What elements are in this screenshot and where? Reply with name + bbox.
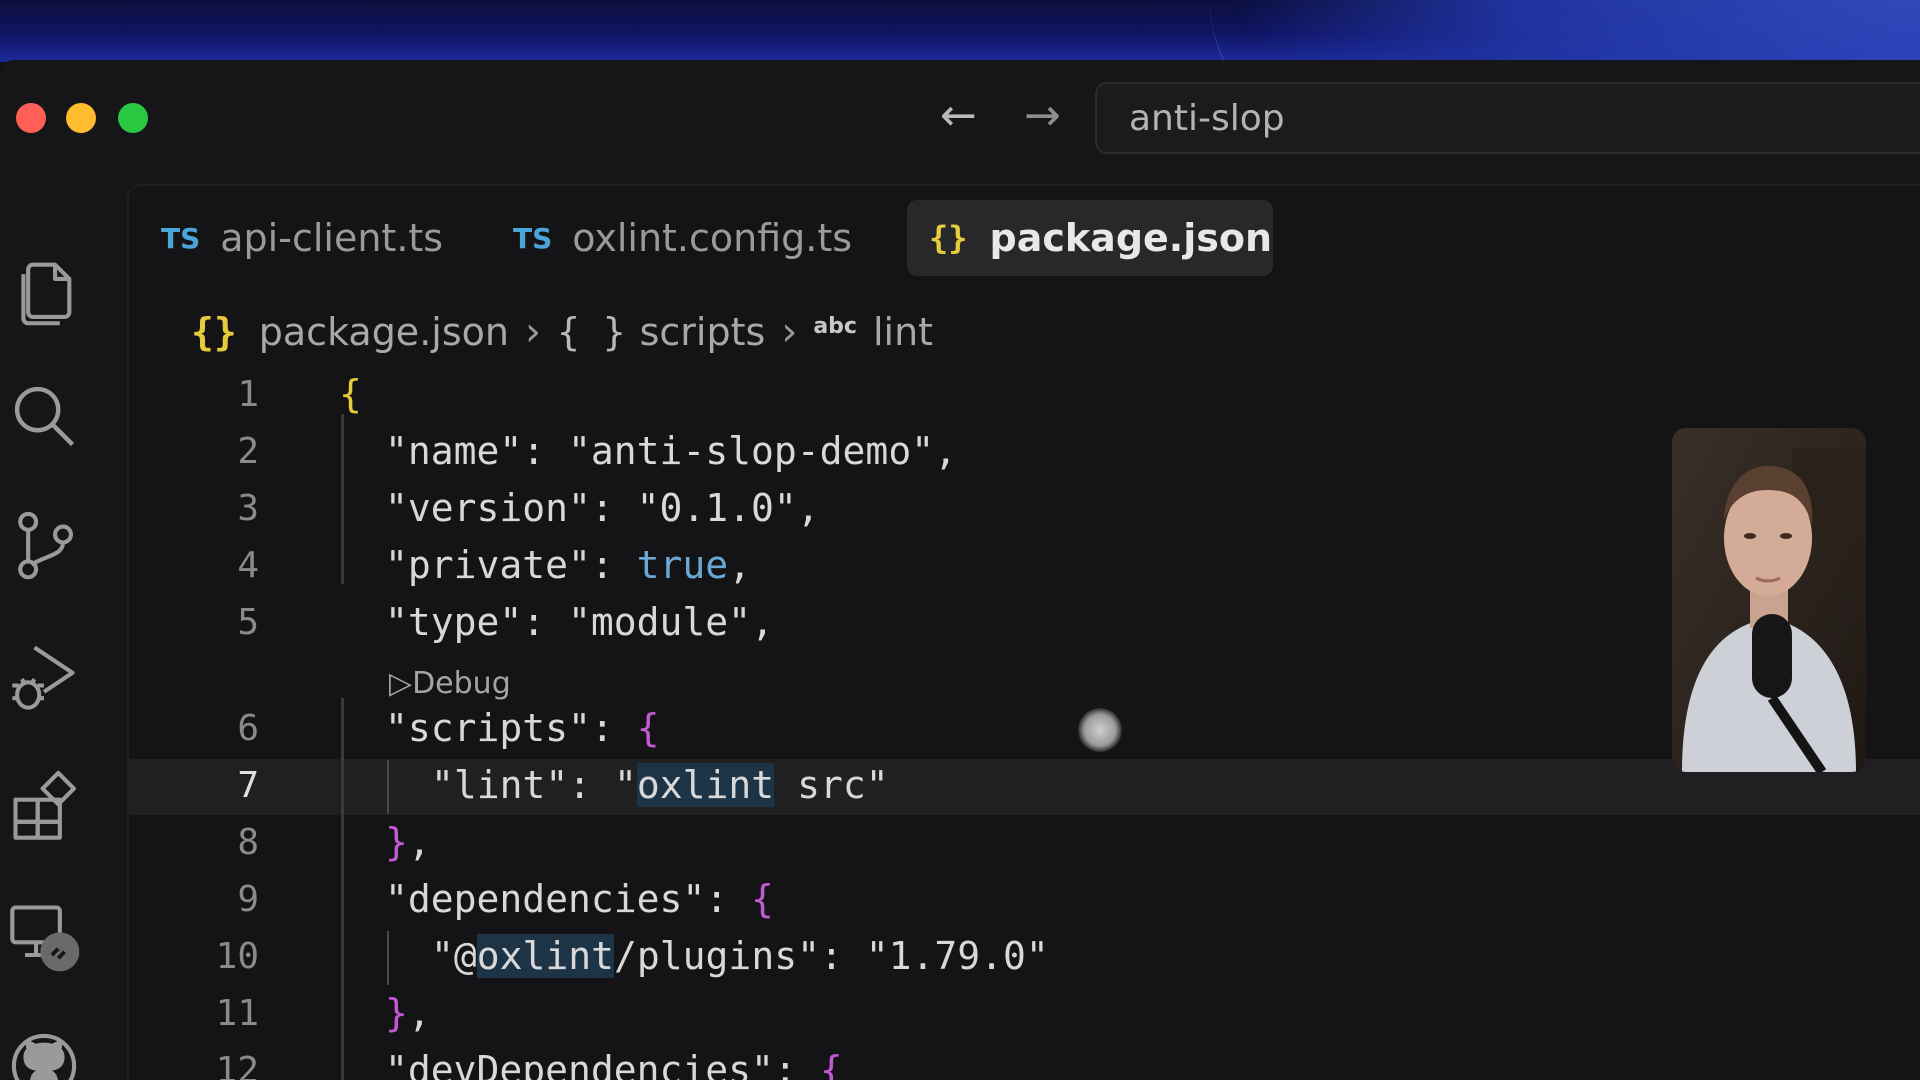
code-line[interactable]: 2 "name": "anti-slop-demo", (129, 425, 1920, 481)
typescript-file-icon: TS (161, 221, 201, 255)
chevron-right-icon: › (781, 309, 798, 355)
code-text: "private": true, (385, 543, 752, 587)
line-number: 12 (215, 1050, 259, 1080)
editor-area: TS api-client.ts TS oxlint.config.ts {} … (127, 184, 1920, 1080)
tab-api-client[interactable]: TS api-client.ts (161, 200, 481, 276)
forward-arrow-icon[interactable]: → (1024, 94, 1061, 138)
play-icon: ▷ (389, 666, 413, 701)
minimize-window-button[interactable] (66, 103, 96, 133)
code-text: "lint": "oxlint src" (431, 763, 889, 807)
line-number: 10 (215, 936, 259, 977)
code-line[interactable]: 1 { (129, 368, 1920, 424)
code-line[interactable]: 11 }, (129, 987, 1920, 1043)
breadcrumb-scope[interactable]: scripts (640, 310, 766, 354)
activity-bar (0, 178, 126, 1080)
code-line[interactable]: 10 "@oxlint/plugins": "1.79.0" (129, 930, 1920, 986)
line-number: 8 (237, 822, 259, 863)
indent-guide-nested (387, 760, 389, 814)
code-text: { (339, 372, 362, 416)
editor-window: ← → anti-slop TS api-client.ts TS oxlint… (0, 60, 1920, 1080)
zoom-window-button[interactable] (118, 103, 148, 133)
mouse-cursor (1078, 708, 1122, 752)
workspace-name: anti-slop (1129, 98, 1285, 139)
close-window-button[interactable] (16, 103, 46, 133)
breadcrumb: {} package.json › { } scripts › abc lint (191, 302, 933, 362)
chevron-right-icon: › (524, 309, 541, 355)
indent-guide-nested (387, 931, 389, 985)
line-number: 3 (237, 488, 259, 529)
codelens-row: ▷Debug (129, 650, 1920, 701)
presenter-video (1672, 428, 1866, 772)
search-icon[interactable] (6, 378, 82, 454)
code-line-current[interactable]: 7 "lint": "oxlint src" (129, 759, 1920, 815)
codelens-debug[interactable]: ▷Debug (389, 666, 511, 701)
json-file-icon: {} (929, 219, 968, 257)
code-line[interactable]: 6 "scripts": { (129, 702, 1920, 758)
explorer-icon[interactable] (6, 252, 82, 328)
code-text: "devDependencies": { (385, 1048, 843, 1080)
indent-guide (341, 414, 344, 584)
run-debug-icon[interactable] (6, 638, 82, 714)
line-number: 2 (237, 431, 259, 472)
line-number: 7 (237, 765, 259, 806)
title-bar: ← → anti-slop (0, 60, 1920, 178)
tab-label: api-client.ts (220, 216, 444, 260)
breadcrumb-file[interactable]: package.json (259, 310, 509, 354)
extensions-icon[interactable] (6, 768, 82, 844)
code-text: "dependencies": { (385, 877, 774, 921)
code-text: "name": "anti-slop-demo", (385, 429, 957, 473)
line-number: 4 (237, 545, 259, 586)
code-text-brace: { (339, 372, 362, 416)
source-control-icon[interactable] (6, 506, 82, 582)
object-icon: { } (556, 310, 626, 354)
code-line[interactable]: 3 "version": "0.1.0", (129, 482, 1920, 538)
code-text: }, (385, 820, 431, 864)
line-number: 11 (215, 993, 259, 1034)
string-icon: abc (813, 313, 857, 339)
wallpaper-swoosh (1210, 0, 1920, 62)
line-number: 6 (237, 708, 259, 749)
code-line[interactable]: 4 "private": true, (129, 539, 1920, 595)
github-icon[interactable] (6, 1028, 82, 1080)
tab-package-json[interactable]: {} package.json (907, 200, 1273, 276)
line-number: 1 (237, 374, 259, 415)
breadcrumb-leaf[interactable]: lint (873, 310, 933, 354)
command-center-search[interactable]: anti-slop (1095, 82, 1920, 154)
tab-oxlint-config[interactable]: TS oxlint.config.ts (513, 200, 913, 276)
code-line[interactable]: 5 "type": "module", (129, 596, 1920, 652)
code-text: "scripts": { (385, 706, 660, 750)
tab-label: package.json (989, 216, 1273, 260)
code-line[interactable]: 12 "devDependencies": { (129, 1044, 1920, 1080)
tab-label: oxlint.config.ts (572, 216, 853, 260)
line-number: 5 (237, 602, 259, 643)
typescript-file-icon: TS (513, 221, 553, 255)
webcam-overlay (1672, 428, 1866, 772)
codelens-label: Debug (412, 666, 511, 701)
code-text: "@oxlint/plugins": "1.79.0" (431, 934, 1049, 978)
code-text: }, (385, 991, 431, 1035)
indent-guide (341, 698, 344, 1080)
line-number: 9 (237, 879, 259, 920)
code-line[interactable]: 8 }, (129, 816, 1920, 872)
json-file-icon: {} (191, 310, 237, 354)
desktop-wallpaper (0, 0, 1920, 62)
code-text: "type": "module", (385, 600, 774, 644)
tab-bar: TS api-client.ts TS oxlint.config.ts {} … (129, 186, 1920, 282)
back-arrow-icon[interactable]: ← (940, 94, 977, 138)
code-line[interactable]: 9 "dependencies": { (129, 873, 1920, 929)
code-text: "version": "0.1.0", (385, 486, 820, 530)
remote-explorer-icon[interactable] (6, 898, 82, 974)
